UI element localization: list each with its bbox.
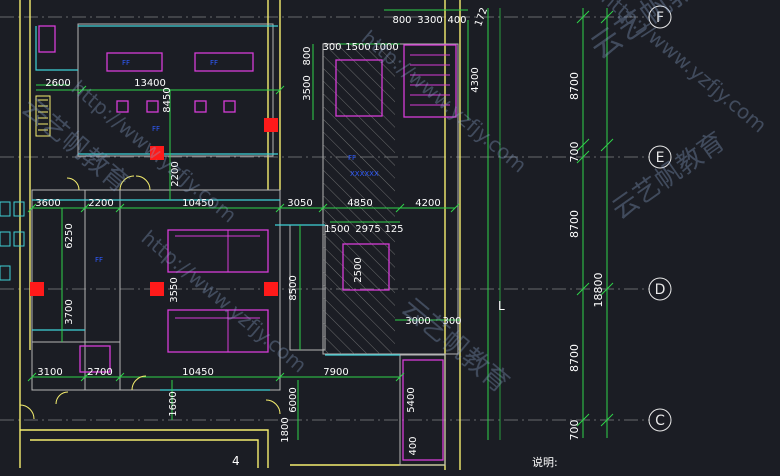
door-5[interactable] xyxy=(265,399,281,415)
dim-2500: 2500 xyxy=(353,257,364,282)
wall-south-inner xyxy=(30,439,259,468)
fixture-4[interactable] xyxy=(146,100,159,113)
door-3[interactable] xyxy=(66,177,80,191)
column-4[interactable] xyxy=(150,282,164,296)
dim-5400: 5400 xyxy=(406,387,417,412)
dim-ticks xyxy=(576,10,614,427)
watermark-url-3: http://www.yzfjy.com xyxy=(137,225,312,377)
dim-4300: 4300 xyxy=(470,67,481,92)
dim-2975: 2975 xyxy=(355,224,380,235)
dim-3100: 3100 xyxy=(37,367,62,378)
dim-125: 125 xyxy=(384,224,403,235)
dim-800-top: 800 xyxy=(392,15,411,26)
axis-label-d: D xyxy=(655,282,666,298)
marker-l: L xyxy=(498,299,505,313)
watermark-cn-3: 云艺帆教育 xyxy=(396,292,515,399)
blue-marker-5[interactable] xyxy=(0,265,11,281)
column-1[interactable] xyxy=(264,118,278,132)
room-label-2: FF xyxy=(210,59,218,67)
marker-4: 4 xyxy=(232,454,240,468)
dim-800-v: 800 xyxy=(302,46,313,65)
dim-1800: 1800 xyxy=(280,417,291,442)
dim-2200: 2200 xyxy=(88,198,113,209)
axis-bubbles: F E D C xyxy=(648,5,672,432)
cad-drawing-canvas[interactable]: 8700 700 8700 8700 700 18800 F E D C 360… xyxy=(0,0,780,472)
wall-south xyxy=(20,429,269,468)
dim-1600: 1600 xyxy=(168,391,179,416)
blue-marker-4[interactable] xyxy=(13,231,25,247)
dim-300-top: 300 xyxy=(322,42,341,53)
dim-3700: 3700 xyxy=(64,299,75,324)
cyan-stair-nw xyxy=(35,26,78,71)
door-7[interactable] xyxy=(55,391,69,405)
dim-8500: 8500 xyxy=(288,275,299,300)
shaft-label: XXXXXX xyxy=(350,170,379,178)
door-6[interactable] xyxy=(19,404,35,420)
column-5[interactable] xyxy=(264,282,278,296)
dim-3600: 3600 xyxy=(35,198,60,209)
dim-6000: 6000 xyxy=(288,387,299,412)
door-2[interactable] xyxy=(135,175,151,191)
dim-8450: 8450 xyxy=(162,87,173,112)
dim-3550: 3550 xyxy=(169,277,180,302)
dim-400-v: 400 xyxy=(408,436,419,455)
right-dimension-texts: 8700 700 8700 8700 700 18800 xyxy=(568,72,605,441)
dim-10450-b: 10450 xyxy=(182,367,214,378)
dim-6250: 6250 xyxy=(64,223,75,248)
fixture-nw[interactable] xyxy=(38,25,56,53)
dim-text-18800: 18800 xyxy=(592,273,605,308)
dim-4200: 4200 xyxy=(415,198,440,209)
dim-3500: 3500 xyxy=(302,75,313,100)
axis-label-c: C xyxy=(655,413,665,429)
fixture-2[interactable] xyxy=(194,52,254,72)
room-label-3: FF xyxy=(152,125,160,133)
note-label: 说明: xyxy=(532,455,558,469)
column-3[interactable] xyxy=(30,282,44,296)
fixture-6[interactable] xyxy=(223,100,236,113)
fixture-1[interactable] xyxy=(106,52,163,72)
dim-400-top: 400 xyxy=(447,15,466,26)
dim-4850: 4850 xyxy=(347,198,372,209)
blue-marker-3[interactable] xyxy=(0,231,11,247)
dim-text-700-b: 700 xyxy=(568,420,581,441)
watermark-cn-4: 云艺帆教育 xyxy=(607,127,731,226)
blue-marker-2[interactable] xyxy=(13,201,25,217)
dim-text-700-a: 700 xyxy=(568,142,581,163)
dim-7900: 7900 xyxy=(323,367,348,378)
door-4[interactable] xyxy=(131,375,147,391)
dim-text-8700-a: 8700 xyxy=(568,72,581,100)
floor-plan-svg: 8700 700 8700 8700 700 18800 F E D C 360… xyxy=(0,0,771,470)
room-label-5: FF xyxy=(348,154,356,162)
dim-3300: 3300 xyxy=(417,15,442,26)
fixture-5[interactable] xyxy=(194,100,207,113)
dim-2700: 2700 xyxy=(87,367,112,378)
dim-3050: 3050 xyxy=(287,198,312,209)
room-label-1: FF xyxy=(122,59,130,67)
doors xyxy=(19,175,281,420)
dim-text-8700-b: 8700 xyxy=(568,210,581,238)
blue-marker-1[interactable] xyxy=(0,201,11,217)
dim-2600: 2600 xyxy=(45,78,70,89)
axis-bubble-d[interactable]: D xyxy=(648,277,672,301)
room-label-4: FF xyxy=(95,256,103,264)
dim-1500-mid: 1500 xyxy=(324,224,349,235)
dim-text-8700-c: 8700 xyxy=(568,344,581,372)
axis-bubble-c[interactable]: C xyxy=(648,408,672,432)
